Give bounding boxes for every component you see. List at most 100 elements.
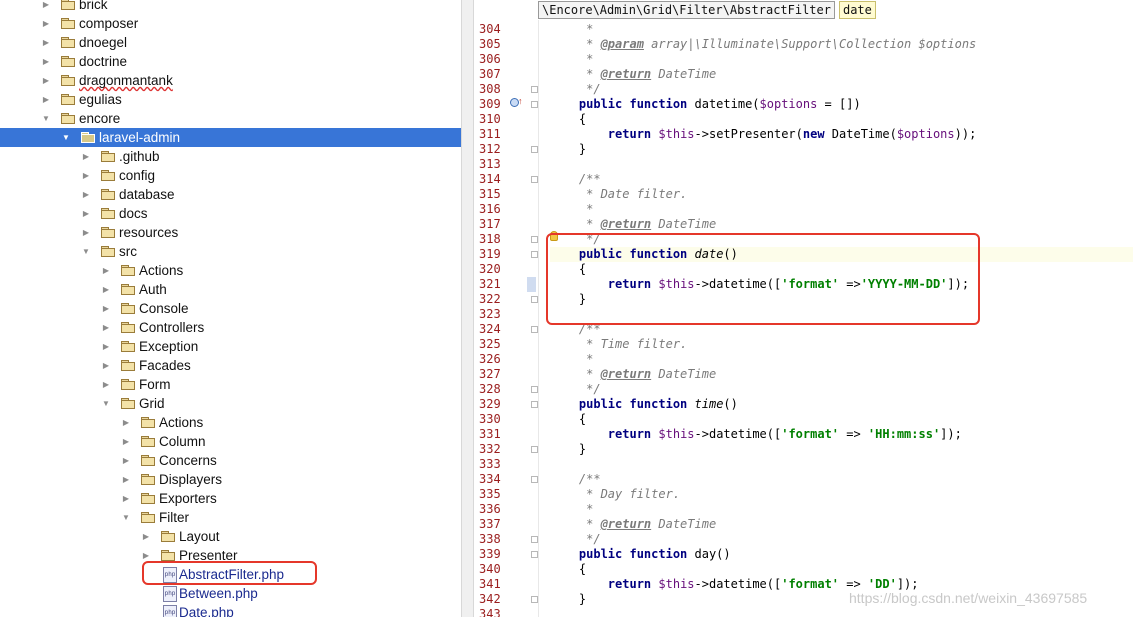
tree-item-label: config [119,168,156,183]
expand-arrow-icon[interactable]: ▶ [121,432,131,451]
code-token: DateTime [651,217,717,231]
tree-item[interactable]: ▼ Grid [0,394,461,413]
code-token: /** [550,472,601,486]
code-token: datetime( [687,97,760,111]
folder-icon [121,303,135,314]
tree-item[interactable]: ▼ laravel-admin [0,128,461,147]
tree-item[interactable]: ▶ Exporters [0,489,461,508]
expand-arrow-icon[interactable]: ▶ [121,489,131,508]
collapse-arrow-icon[interactable]: ▼ [41,109,51,128]
tree-item[interactable]: ▶ Concerns [0,451,461,470]
expand-arrow-icon[interactable]: ▶ [121,470,131,489]
tree-item-label: composer [79,16,139,31]
fold-marker-icon[interactable] [531,401,538,408]
expand-arrow-icon[interactable]: ▶ [101,261,111,280]
line-number: 337 [479,517,501,531]
fold-marker-icon[interactable] [531,146,538,153]
collapse-arrow-icon[interactable]: ▼ [121,508,131,527]
expand-arrow-icon[interactable]: ▶ [101,337,111,356]
expand-arrow-icon[interactable]: ▶ [101,299,111,318]
fold-marker-icon[interactable] [531,446,538,453]
collapse-arrow-icon[interactable]: ▼ [61,128,71,147]
tree-item[interactable]: ▶ dragonmantank [0,71,461,90]
collapse-arrow-icon[interactable]: ▼ [81,242,91,261]
expand-arrow-icon[interactable]: ▶ [101,356,111,375]
tree-item[interactable]: ▶ Actions [0,261,461,280]
tree-item[interactable]: ▶ Auth [0,280,461,299]
panel-divider[interactable] [461,0,474,617]
expand-arrow-icon[interactable]: ▶ [81,185,91,204]
line-number: 314 [479,172,501,186]
expand-arrow-icon[interactable]: ▶ [121,451,131,470]
expand-arrow-icon[interactable]: ▶ [41,14,51,33]
tree-item[interactable]: ▶ brick [0,0,461,14]
breadcrumb-class[interactable]: \Encore\Admin\Grid\Filter\AbstractFilter [538,1,835,19]
collapse-arrow-icon[interactable]: ▼ [101,394,111,413]
tree-item[interactable]: ▶ dnoegel [0,33,461,52]
fold-marker-icon[interactable] [531,386,538,393]
tree-item[interactable]: ▶ Facades [0,356,461,375]
code-line: { [550,562,1130,577]
tree-item[interactable]: ▶ egulias [0,90,461,109]
tree-item[interactable]: php Date.php [0,603,461,617]
tree-item[interactable]: ▼ Filter [0,508,461,527]
tree-item[interactable]: ▶ Exception [0,337,461,356]
fold-marker-icon[interactable] [531,176,538,183]
tree-item[interactable]: ▶ database [0,185,461,204]
fold-marker-icon[interactable] [531,86,538,93]
tree-item[interactable]: ▼ src [0,242,461,261]
line-number: 310 [479,112,501,126]
folder-icon [101,151,115,162]
fold-marker-icon[interactable] [531,551,538,558]
expand-arrow-icon[interactable]: ▶ [101,280,111,299]
tree-item[interactable]: ▼ encore [0,109,461,128]
fold-marker-icon[interactable] [531,326,538,333]
expand-arrow-icon[interactable]: ▶ [81,204,91,223]
breadcrumb: \Encore\Admin\Grid\Filter\AbstractFilter… [538,1,880,19]
fold-marker-icon[interactable] [531,101,538,108]
expand-arrow-icon[interactable]: ▶ [41,33,51,52]
tree-item[interactable]: ▶ Form [0,375,461,394]
expand-arrow-icon[interactable]: ▶ [81,223,91,242]
expand-arrow-icon[interactable]: ▶ [41,71,51,90]
expand-arrow-icon[interactable]: ▶ [141,527,151,546]
expand-arrow-icon[interactable]: ▶ [101,375,111,394]
tree-item[interactable]: ▶ config [0,166,461,185]
expand-arrow-icon[interactable]: ▶ [41,52,51,71]
expand-arrow-icon[interactable]: ▶ [41,90,51,109]
tree-item[interactable]: ▶ composer [0,14,461,33]
code-line: */ [550,82,1130,97]
tree-item[interactable]: ▶ docs [0,204,461,223]
code-line: } [550,142,1130,157]
fold-marker-icon[interactable] [531,251,538,258]
tree-item[interactable]: ▶ Layout [0,527,461,546]
expand-arrow-icon[interactable]: ▶ [81,166,91,185]
expand-arrow-icon[interactable]: ▶ [81,147,91,166]
folder-icon [101,208,115,219]
tree-item[interactable]: ▶ Actions [0,413,461,432]
expand-arrow-icon[interactable]: ▶ [121,413,131,432]
tree-item-label: database [119,187,175,202]
tree-item[interactable]: ▶ Displayers [0,470,461,489]
fold-marker-icon[interactable] [531,476,538,483]
tree-item[interactable]: ▶ Controllers [0,318,461,337]
code-line: * Day filter. [550,487,1130,502]
fold-marker-icon[interactable] [531,596,538,603]
tree-item-label: egulias [79,92,122,107]
tree-item[interactable]: ▶ Console [0,299,461,318]
tree-item[interactable]: ▶ resources [0,223,461,242]
fold-marker-icon[interactable] [531,536,538,543]
tree-item[interactable]: ▶ Column [0,432,461,451]
tree-item[interactable]: php Between.php [0,584,461,603]
tree-item[interactable]: ▶ .github [0,147,461,166]
code-token: return [607,127,652,141]
folder-icon [101,170,115,181]
fold-marker-icon[interactable] [531,296,538,303]
tree-item[interactable]: ▶ doctrine [0,52,461,71]
expand-arrow-icon[interactable]: ▶ [101,318,111,337]
fold-marker-icon[interactable] [531,236,538,243]
breadcrumb-method[interactable]: date [838,1,876,19]
expand-arrow-icon[interactable]: ▶ [41,0,51,14]
